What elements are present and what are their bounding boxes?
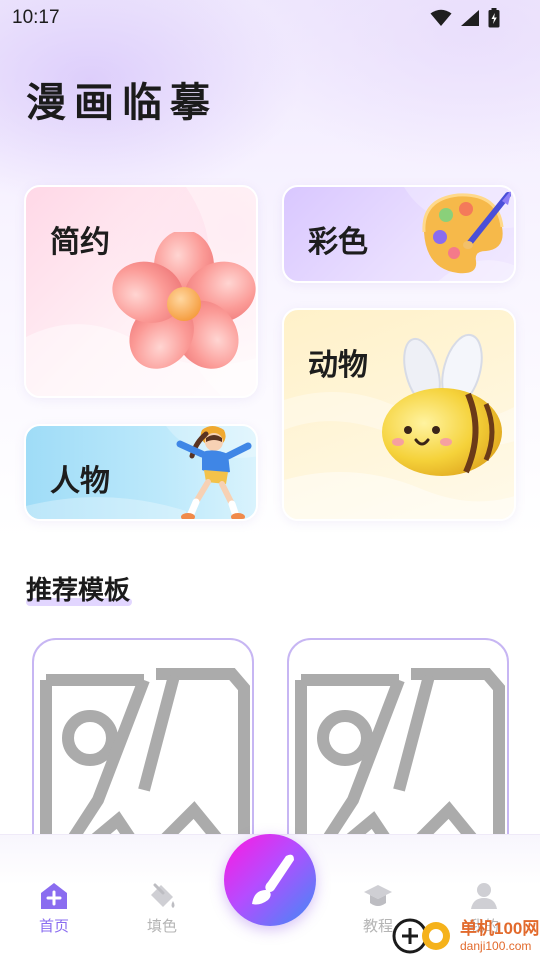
user-icon (471, 883, 497, 909)
watermark-text-en: danji100.com (460, 939, 532, 953)
tab-label-home: 首页 (38, 917, 69, 935)
tab-label-fill-color: 填色 (146, 917, 177, 935)
tab-fill-color[interactable]: 填色 (122, 881, 202, 936)
category-card-simple[interactable]: 简约 (24, 185, 258, 398)
paint-bucket-icon (151, 883, 175, 908)
section-title: 推荐模板 (26, 576, 131, 606)
category-label-person: 人物 (50, 464, 110, 499)
create-drawing-button[interactable] (224, 834, 316, 926)
paintbrush-icon (252, 854, 294, 905)
paint-palette-icon (422, 189, 512, 274)
category-card-person[interactable]: 人物 (24, 424, 258, 521)
tab-home[interactable]: 首页 (14, 881, 94, 936)
site-watermark: 单机100网 danji100.com (392, 916, 539, 956)
status-bar: 10:17 (0, 0, 540, 36)
app-title: 漫画临摹 (26, 79, 218, 126)
cell-signal-icon (461, 10, 479, 26)
wifi-icon (430, 9, 452, 26)
flower-icon (112, 232, 256, 369)
category-label-color: 彩色 (308, 225, 368, 260)
status-icons (430, 8, 500, 28)
battery-icon (488, 8, 500, 28)
girl-character-icon (176, 426, 252, 519)
category-label-animal: 动物 (308, 348, 368, 383)
bee-icon (382, 333, 502, 476)
category-label-simple: 简约 (50, 225, 110, 260)
category-card-color[interactable]: 彩色 (282, 185, 516, 283)
home-plus-icon (41, 883, 67, 909)
category-card-animal[interactable]: 动物 (282, 308, 516, 521)
status-time: 10:17 (12, 7, 60, 28)
watermark-logo-icon (392, 918, 450, 954)
watermark-text-cn: 单机100网 (460, 919, 540, 938)
graduation-cap-icon (364, 885, 392, 906)
